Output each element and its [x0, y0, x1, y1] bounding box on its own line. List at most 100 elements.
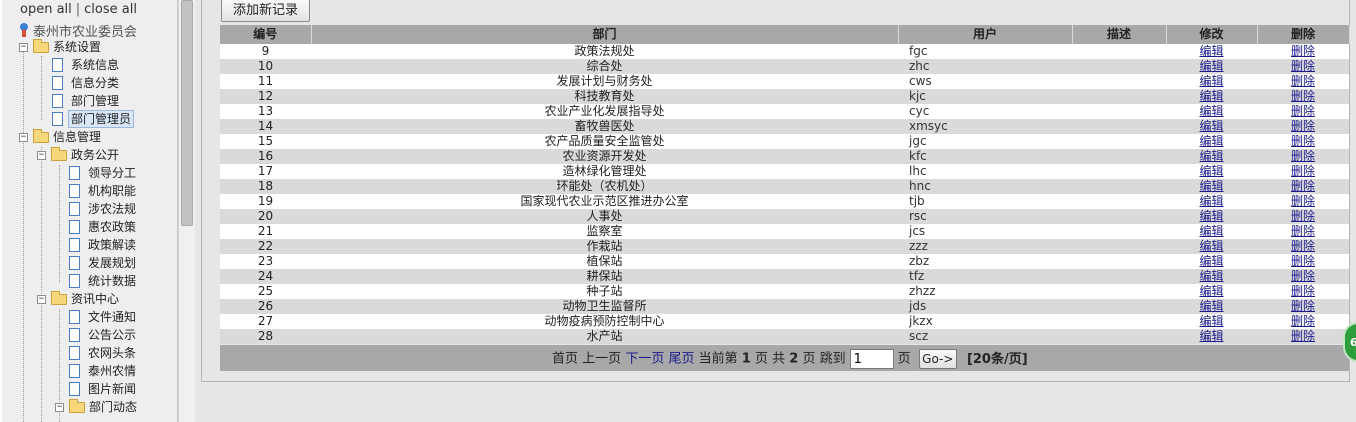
edit-link[interactable]: 编辑	[1166, 224, 1257, 239]
tree-node-org-functions[interactable]: 机构职能	[2, 182, 177, 200]
tree-node-label[interactable]: 图片新闻	[88, 380, 136, 398]
delete-link[interactable]: 删除	[1257, 284, 1349, 299]
tree-node-dept-news[interactable]: − 部门动态	[2, 398, 177, 416]
open-all-link[interactable]: open all	[20, 2, 72, 17]
tree-node-info-management[interactable]: − 信息管理	[2, 128, 177, 146]
edit-link[interactable]: 编辑	[1166, 284, 1257, 299]
tree-node-announcements[interactable]: 公告公示	[2, 326, 177, 344]
tree-node-label[interactable]: 资讯中心	[71, 290, 119, 308]
edit-link[interactable]: 编辑	[1166, 134, 1257, 149]
next-page-link[interactable]: 下一页	[625, 352, 664, 367]
delete-link[interactable]: 删除	[1257, 59, 1349, 74]
tree-node-statistics[interactable]: 统计数据	[2, 272, 177, 290]
tree-node-local-agri[interactable]: 泰州农情	[2, 362, 177, 380]
close-all-link[interactable]: close all	[84, 2, 137, 17]
edit-link[interactable]: 编辑	[1166, 104, 1257, 119]
tree-node-news-center[interactable]: − 资讯中心	[2, 290, 177, 308]
prev-page-link[interactable]: 上一页	[582, 352, 621, 367]
tree-node-label[interactable]: 统计数据	[88, 272, 136, 290]
last-page-link[interactable]: 尾页	[668, 352, 694, 367]
edit-link[interactable]: 编辑	[1166, 314, 1257, 329]
tree-node-policy-explain[interactable]: 政策解读	[2, 236, 177, 254]
tree-node-label[interactable]: 涉农法规	[88, 200, 136, 218]
tree-node-gov-affairs[interactable]: − 政务公开	[2, 146, 177, 164]
delete-link[interactable]: 删除	[1257, 104, 1349, 119]
delete-link[interactable]: 删除	[1257, 194, 1349, 209]
delete-link[interactable]: 删除	[1257, 329, 1349, 344]
tree-node-label[interactable]: 发展规划	[88, 254, 136, 272]
tree-scrollbar[interactable]	[178, 0, 195, 422]
tree-node-label[interactable]: 农网头条	[88, 344, 136, 362]
go-button[interactable]: Go->	[918, 349, 957, 369]
collapse-icon[interactable]: −	[19, 43, 28, 52]
delete-link[interactable]: 删除	[1257, 89, 1349, 104]
delete-link[interactable]: 删除	[1257, 134, 1349, 149]
tree-node-headlines[interactable]: 农网头条	[2, 344, 177, 362]
edit-link[interactable]: 编辑	[1166, 269, 1257, 284]
tree-node-system-info[interactable]: 系统信息	[2, 56, 177, 74]
collapse-icon[interactable]: −	[37, 151, 46, 160]
tree-node-leader-division[interactable]: 领导分工	[2, 164, 177, 182]
edit-link[interactable]: 编辑	[1166, 239, 1257, 254]
tree-node-dept-management[interactable]: 部门管理	[2, 92, 177, 110]
scrollbar-thumb[interactable]	[181, 0, 193, 226]
tree-node-label[interactable]: 系统设置	[53, 38, 101, 56]
tree-node-agri-laws[interactable]: 涉农法规	[2, 200, 177, 218]
tree-node-photo-news[interactable]: 图片新闻	[2, 380, 177, 398]
edit-link[interactable]: 编辑	[1166, 74, 1257, 89]
tree-node-label[interactable]: 信息分类	[71, 74, 119, 92]
cell-desc	[1072, 89, 1166, 104]
add-record-button[interactable]: 添加新记录	[221, 0, 310, 22]
tree-node-label[interactable]: 部门动态	[89, 398, 137, 416]
tree-node-file-notice[interactable]: 文件通知	[2, 308, 177, 326]
delete-link[interactable]: 删除	[1257, 299, 1349, 314]
edit-link[interactable]: 编辑	[1166, 149, 1257, 164]
delete-link[interactable]: 删除	[1257, 149, 1349, 164]
cell-user: zhc	[898, 59, 1072, 74]
edit-link[interactable]: 编辑	[1166, 119, 1257, 134]
tree-node-label[interactable]: 文件通知	[88, 308, 136, 326]
edit-link[interactable]: 编辑	[1166, 59, 1257, 74]
tree-node-label-selected[interactable]: 部门管理员	[68, 110, 135, 128]
tree-node-label[interactable]: 系统信息	[71, 56, 119, 74]
tree-node-info-category[interactable]: 信息分类	[2, 74, 177, 92]
tree-node-dept-admin[interactable]: 部门管理员	[2, 110, 177, 128]
tree-node-label[interactable]: 公告公示	[88, 326, 136, 344]
delete-link[interactable]: 删除	[1257, 209, 1349, 224]
delete-link[interactable]: 删除	[1257, 269, 1349, 284]
delete-link[interactable]: 删除	[1257, 74, 1349, 89]
delete-link[interactable]: 删除	[1257, 164, 1349, 179]
edit-link[interactable]: 编辑	[1166, 254, 1257, 269]
tree-node-label[interactable]: 领导分工	[88, 164, 136, 182]
delete-link[interactable]: 删除	[1257, 239, 1349, 254]
delete-link[interactable]: 删除	[1257, 119, 1349, 134]
tree-node-dev-plan[interactable]: 发展规划	[2, 254, 177, 272]
edit-link[interactable]: 编辑	[1166, 164, 1257, 179]
tree-node-label[interactable]: 机构职能	[88, 182, 136, 200]
page-number-input[interactable]	[849, 349, 894, 369]
delete-link[interactable]: 删除	[1257, 179, 1349, 194]
tree-node-label[interactable]: 信息管理	[53, 128, 101, 146]
delete-link[interactable]: 删除	[1257, 254, 1349, 269]
delete-link[interactable]: 删除	[1257, 224, 1349, 239]
tree-node-label[interactable]: 部门管理	[71, 92, 119, 110]
tree-node-label[interactable]: 惠农政策	[88, 218, 136, 236]
tree-node-benefit-policy[interactable]: 惠农政策	[2, 218, 177, 236]
first-page-link[interactable]: 首页	[552, 352, 578, 367]
tree-node-label[interactable]: 泰州农情	[88, 362, 136, 380]
collapse-icon[interactable]: −	[55, 403, 64, 412]
edit-link[interactable]: 编辑	[1166, 179, 1257, 194]
edit-link[interactable]: 编辑	[1166, 89, 1257, 104]
edit-link[interactable]: 编辑	[1166, 194, 1257, 209]
tree-node-label[interactable]: 政策解读	[88, 236, 136, 254]
collapse-icon[interactable]: −	[19, 133, 28, 142]
tree-node-label[interactable]: 政务公开	[71, 146, 119, 164]
edit-link[interactable]: 编辑	[1166, 329, 1257, 344]
collapse-icon[interactable]: −	[37, 295, 46, 304]
delete-link[interactable]: 删除	[1257, 44, 1349, 59]
tree-node-system-settings[interactable]: − 系统设置	[2, 38, 177, 56]
delete-link[interactable]: 删除	[1257, 314, 1349, 329]
edit-link[interactable]: 编辑	[1166, 44, 1257, 59]
edit-link[interactable]: 编辑	[1166, 209, 1257, 224]
edit-link[interactable]: 编辑	[1166, 299, 1257, 314]
